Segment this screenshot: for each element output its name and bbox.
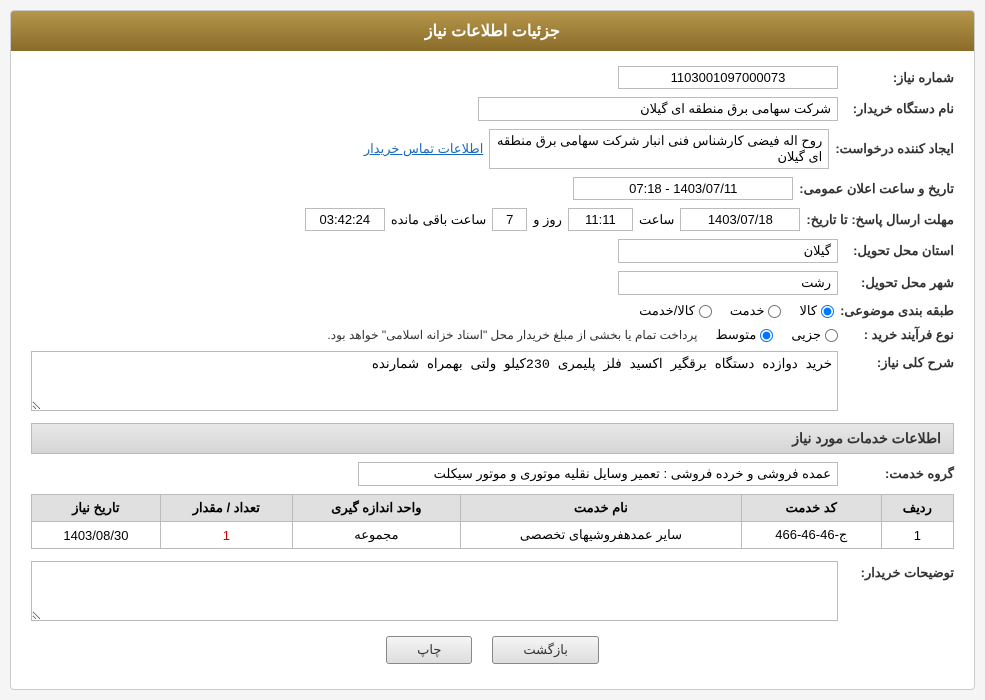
- services-table: ردیف کد خدمت نام خدمت واحد اندازه گیری ت…: [31, 494, 954, 549]
- datetime-value: 1403/07/11 - 07:18: [573, 177, 793, 200]
- datetime-row: تاریخ و ساعت اعلان عمومی: 1403/07/11 - 0…: [31, 177, 954, 200]
- reply-date-value: 1403/07/18: [680, 208, 800, 231]
- buyer-org-row: نام دستگاه خریدار: شرکت سهامی برق منطقه …: [31, 97, 954, 121]
- reply-remaining-label: ساعت باقی مانده: [391, 212, 486, 228]
- main-card: جزئیات اطلاعات نیاز شماره نیاز: 11030010…: [10, 10, 975, 690]
- reply-days-label: روز و: [533, 212, 562, 228]
- reply-deadline-label: مهلت ارسال پاسخ: تا تاریخ:: [806, 212, 954, 228]
- cat-label-khedmat: خدمت: [730, 303, 765, 319]
- purchase-type-label: نوع فرآیند خرید :: [844, 327, 954, 343]
- col-date: تاریخ نیاز: [32, 495, 161, 522]
- cat-label-kala: کالا: [799, 303, 817, 319]
- col-name: نام خدمت: [460, 495, 741, 522]
- type-option-mota[interactable]: متوسط: [715, 327, 773, 343]
- type-radio-jozi[interactable]: [825, 329, 838, 342]
- need-number-label: شماره نیاز:: [844, 70, 954, 86]
- cat-label-both: کالا/خدمت: [639, 303, 695, 319]
- category-label: طبقه بندی موضوعی:: [840, 303, 954, 319]
- service-group-label: گروه خدمت:: [844, 466, 954, 482]
- creator-label: ایجاد کننده درخواست:: [835, 141, 954, 157]
- buyer-org-value: شرکت سهامی برق منطقه ای گیلان: [478, 97, 838, 121]
- province-row: استان محل تحویل: گیلان: [31, 239, 954, 263]
- category-radio-group: کالا خدمت کالا/خدمت: [639, 303, 834, 319]
- city-row: شهر محل تحویل: رشت: [31, 271, 954, 295]
- creator-row: ایجاد کننده درخواست: روح اله فیضی کارشنا…: [31, 129, 954, 169]
- purchase-type-radio-group: جزیی متوسط پرداخت تمام یا بخشی از مبلغ خ…: [327, 327, 838, 343]
- need-number-row: شماره نیاز: 1103001097000073: [31, 66, 954, 89]
- type-label-mota: متوسط: [715, 327, 756, 343]
- col-code: کد خدمت: [741, 495, 881, 522]
- city-label: شهر محل تحویل:: [844, 275, 954, 291]
- general-desc-label: شرح کلی نیاز:: [844, 351, 954, 371]
- category-row: طبقه بندی موضوعی: کالا خدمت کالا/خدمت: [31, 303, 954, 319]
- type-option-jozi[interactable]: جزیی: [791, 327, 838, 343]
- cat-radio-kala[interactable]: [821, 305, 834, 318]
- button-row: بازگشت چاپ: [31, 636, 954, 664]
- cat-option-khedmat[interactable]: خدمت: [730, 303, 782, 319]
- buyer-org-label: نام دستگاه خریدار:: [844, 101, 954, 117]
- cell-unit: مجموعه: [292, 522, 460, 549]
- table-row: 1 ج-46-46-466 سایر عمدهفروشیهای تخصصی مج…: [32, 522, 954, 549]
- col-unit: واحد اندازه گیری: [292, 495, 460, 522]
- general-desc-row: شرح کلی نیاز:: [31, 351, 954, 411]
- cell-row: 1: [881, 522, 953, 549]
- col-row: ردیف: [881, 495, 953, 522]
- col-qty: تعداد / مقدار: [160, 495, 292, 522]
- cell-qty: 1: [160, 522, 292, 549]
- province-label: استان محل تحویل:: [844, 243, 954, 259]
- creator-value: روح اله فیضی کارشناس فنی انبار شرکت سهام…: [489, 129, 829, 169]
- general-desc-textarea[interactable]: [31, 351, 838, 411]
- type-radio-mota[interactable]: [760, 329, 773, 342]
- reply-deadline-row: مهلت ارسال پاسخ: تا تاریخ: 1403/07/18 سا…: [31, 208, 954, 231]
- cat-radio-khedmat[interactable]: [768, 305, 781, 318]
- city-value: رشت: [618, 271, 838, 295]
- cat-radio-both[interactable]: [699, 305, 712, 318]
- reply-remaining-value: 03:42:24: [305, 208, 385, 231]
- buyer-note-textarea[interactable]: [31, 561, 838, 621]
- creator-link[interactable]: اطلاعات تماس خریدار: [364, 141, 483, 157]
- reply-time-value: 11:11: [568, 208, 633, 231]
- cat-option-both[interactable]: کالا/خدمت: [639, 303, 712, 319]
- service-group-value: عمده فروشی و خرده فروشی : تعمیر وسایل نق…: [358, 462, 838, 486]
- type-note: پرداخت تمام یا بخشی از مبلغ خریدار محل "…: [327, 328, 697, 342]
- page-title: جزئیات اطلاعات نیاز: [11, 11, 974, 51]
- purchase-type-row: نوع فرآیند خرید : جزیی متوسط پرداخت تمام…: [31, 327, 954, 343]
- card-body: شماره نیاز: 1103001097000073 نام دستگاه …: [11, 51, 974, 689]
- datetime-label: تاریخ و ساعت اعلان عمومی:: [799, 181, 954, 197]
- page-container: جزئیات اطلاعات نیاز شماره نیاز: 11030010…: [0, 0, 985, 700]
- buyer-note-row: توضیحات خریدار:: [31, 561, 954, 621]
- reply-time-label: ساعت: [639, 212, 674, 228]
- cell-code: ج-46-46-466: [741, 522, 881, 549]
- reply-days-value: 7: [492, 208, 527, 231]
- service-group-row: گروه خدمت: عمده فروشی و خرده فروشی : تعم…: [31, 462, 954, 486]
- print-button[interactable]: چاپ: [386, 636, 472, 664]
- province-value: گیلان: [618, 239, 838, 263]
- cell-name: سایر عمدهفروشیهای تخصصی: [460, 522, 741, 549]
- cell-date: 1403/08/30: [32, 522, 161, 549]
- services-section-header: اطلاعات خدمات مورد نیاز: [31, 423, 954, 454]
- back-button[interactable]: بازگشت: [492, 636, 598, 664]
- need-number-value: 1103001097000073: [618, 66, 838, 89]
- type-label-jozi: جزیی: [791, 327, 821, 343]
- cat-option-kala[interactable]: کالا: [799, 303, 834, 319]
- buyer-note-label: توضیحات خریدار:: [844, 561, 954, 581]
